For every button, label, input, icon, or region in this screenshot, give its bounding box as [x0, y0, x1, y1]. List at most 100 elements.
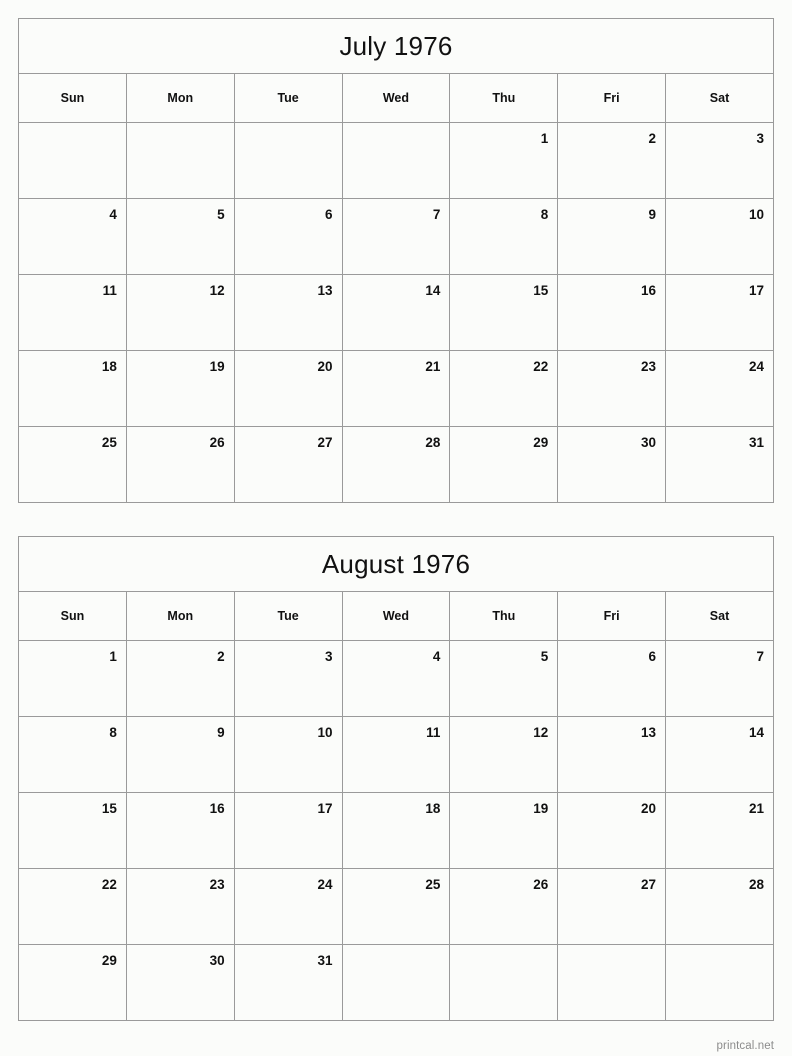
day-cell[interactable]: 22 — [18, 868, 127, 945]
day-cell[interactable]: 8 — [18, 716, 127, 793]
day-cell[interactable]: 5 — [125, 198, 235, 275]
day-cell[interactable]: 31 — [233, 944, 343, 1021]
month-title-row: July 1976 — [18, 18, 774, 74]
day-cell[interactable]: 27 — [557, 868, 667, 945]
day-cell[interactable]: 19 — [449, 792, 559, 869]
day-cell[interactable]: 6 — [233, 198, 343, 275]
day-cell[interactable]: 18 — [341, 792, 451, 869]
day-number: 31 — [317, 953, 333, 968]
day-cell[interactable]: 4 — [18, 198, 127, 275]
day-cell[interactable]: 2 — [125, 640, 235, 717]
day-cell[interactable]: 26 — [449, 868, 559, 945]
day-cell-empty[interactable] — [557, 944, 667, 1021]
day-number: 27 — [641, 877, 657, 892]
day-cell[interactable]: 12 — [125, 274, 235, 351]
day-cell[interactable]: 25 — [341, 868, 451, 945]
weekday-header-sat: Sat — [665, 591, 774, 641]
day-cell[interactable]: 16 — [557, 274, 667, 351]
day-cell[interactable]: 11 — [18, 274, 127, 351]
day-cell[interactable]: 23 — [557, 350, 667, 427]
day-number: 16 — [209, 801, 225, 816]
day-number: 20 — [641, 801, 657, 816]
week-row: 8 9 10 11 12 13 14 — [18, 716, 774, 793]
day-cell[interactable]: 12 — [449, 716, 559, 793]
day-cell[interactable]: 13 — [233, 274, 343, 351]
day-cell[interactable]: 9 — [557, 198, 667, 275]
day-cell[interactable]: 15 — [18, 792, 127, 869]
day-cell[interactable]: 3 — [665, 122, 774, 199]
day-cell[interactable]: 14 — [341, 274, 451, 351]
day-cell-empty[interactable] — [341, 122, 451, 199]
week-row: 25 26 27 28 29 30 31 — [18, 426, 774, 503]
day-cell-empty[interactable] — [233, 122, 343, 199]
day-cell[interactable]: 19 — [125, 350, 235, 427]
day-cell-empty[interactable] — [18, 122, 127, 199]
day-cell[interactable]: 2 — [557, 122, 667, 199]
day-number: 3 — [756, 131, 764, 146]
day-cell[interactable]: 6 — [557, 640, 667, 717]
day-cell[interactable]: 3 — [233, 640, 343, 717]
day-number: 19 — [533, 801, 549, 816]
day-cell[interactable]: 8 — [449, 198, 559, 275]
day-cell[interactable]: 21 — [341, 350, 451, 427]
month-title: August 1976 — [18, 536, 774, 592]
day-cell-empty[interactable] — [125, 122, 235, 199]
day-cell[interactable]: 27 — [233, 426, 343, 503]
day-number: 5 — [217, 207, 225, 222]
day-number: 12 — [533, 725, 549, 740]
day-cell[interactable]: 4 — [341, 640, 451, 717]
day-number: 13 — [641, 725, 657, 740]
day-number: 20 — [317, 359, 333, 374]
day-number: 18 — [101, 359, 117, 374]
day-cell[interactable]: 30 — [125, 944, 235, 1021]
day-cell[interactable]: 14 — [665, 716, 774, 793]
day-cell[interactable]: 29 — [449, 426, 559, 503]
day-cell[interactable]: 18 — [18, 350, 127, 427]
day-cell[interactable]: 9 — [125, 716, 235, 793]
weekday-header-fri: Fri — [557, 73, 667, 123]
day-cell[interactable]: 7 — [665, 640, 774, 717]
day-cell-empty[interactable] — [449, 944, 559, 1021]
day-cell[interactable]: 21 — [665, 792, 774, 869]
day-cell[interactable]: 16 — [125, 792, 235, 869]
day-cell[interactable]: 28 — [341, 426, 451, 503]
day-cell[interactable]: 11 — [341, 716, 451, 793]
day-cell[interactable]: 10 — [665, 198, 774, 275]
day-cell[interactable]: 15 — [449, 274, 559, 351]
day-cell[interactable]: 31 — [665, 426, 774, 503]
day-cell[interactable]: 17 — [233, 792, 343, 869]
day-cell[interactable]: 24 — [233, 868, 343, 945]
day-cell[interactable]: 13 — [557, 716, 667, 793]
day-number: 6 — [325, 207, 333, 222]
day-cell[interactable]: 22 — [449, 350, 559, 427]
day-cell[interactable]: 20 — [233, 350, 343, 427]
day-cell-empty[interactable] — [665, 944, 774, 1021]
day-cell-empty[interactable] — [341, 944, 451, 1021]
day-number: 6 — [648, 649, 657, 664]
day-cell[interactable]: 29 — [18, 944, 127, 1021]
weekday-header-row: Sun Mon Tue Wed Thu Fri Sat — [18, 591, 774, 641]
day-cell[interactable]: 23 — [125, 868, 235, 945]
day-cell[interactable]: 28 — [665, 868, 774, 945]
day-cell[interactable]: 17 — [665, 274, 774, 351]
day-number: 26 — [533, 877, 549, 892]
week-row: 4 5 6 7 8 9 10 — [18, 198, 774, 275]
day-number: 25 — [425, 877, 441, 892]
day-cell[interactable]: 20 — [557, 792, 667, 869]
week-row: 22 23 24 25 26 27 28 — [18, 868, 774, 945]
day-cell[interactable]: 24 — [665, 350, 774, 427]
day-cell[interactable]: 26 — [125, 426, 235, 503]
day-cell[interactable]: 5 — [449, 640, 559, 717]
day-cell[interactable]: 7 — [341, 198, 451, 275]
day-number: 24 — [748, 359, 764, 374]
day-cell[interactable]: 25 — [18, 426, 127, 503]
day-cell[interactable]: 30 — [557, 426, 667, 503]
day-number: 29 — [101, 953, 117, 968]
day-cell[interactable]: 10 — [233, 716, 343, 793]
day-number: 18 — [425, 801, 441, 816]
day-cell[interactable]: 1 — [18, 640, 127, 717]
day-number: 2 — [648, 131, 657, 146]
day-number: 26 — [209, 435, 225, 450]
day-number: 24 — [317, 877, 333, 892]
day-cell[interactable]: 1 — [449, 122, 559, 199]
